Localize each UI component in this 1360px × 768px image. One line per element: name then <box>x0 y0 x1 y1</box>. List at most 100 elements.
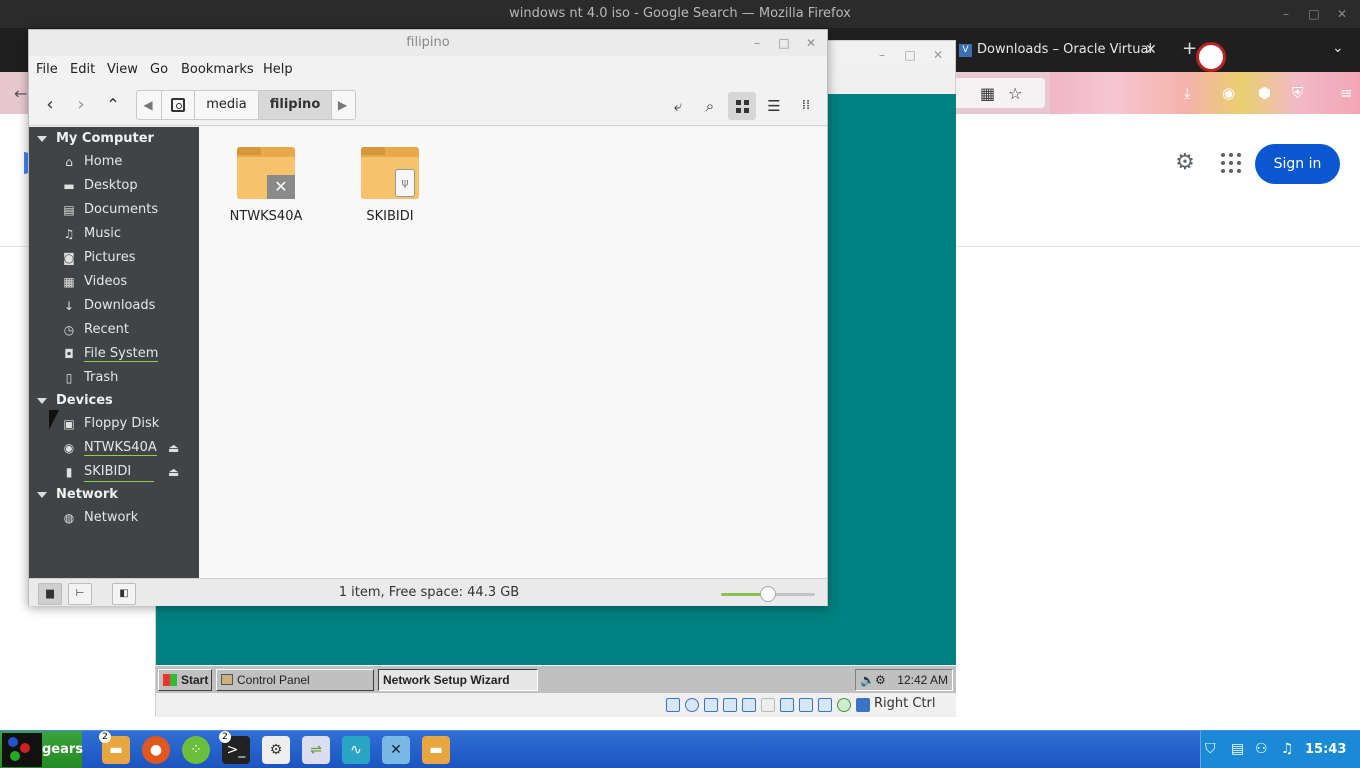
nt-task-network-setup-wizard[interactable]: Network Setup Wizard <box>378 669 538 691</box>
menu-edit[interactable]: Edit <box>70 62 95 77</box>
folder-item-ntwks40a[interactable]: ✕ NTWKS40A <box>211 147 321 237</box>
apps-grid-icon[interactable] <box>1220 152 1242 174</box>
tree-sidebar-button[interactable]: ⊢ <box>68 583 92 605</box>
nt-start-button[interactable]: Start <box>158 669 212 691</box>
compact-view-icon[interactable]: ⁞⁞ <box>792 92 820 120</box>
bookmark-star-icon[interactable]: ☆ <box>1008 84 1022 103</box>
zoom-slider[interactable] <box>721 586 815 602</box>
sidebar-item-skibidi[interactable]: ▮ SKIBIDI ⏏ <box>29 460 199 484</box>
recording-icon[interactable] <box>799 698 813 712</box>
breadcrumb-right-arrow-icon[interactable]: ▶ <box>331 91 353 119</box>
tab-close-icon[interactable]: ✕ <box>1145 36 1157 64</box>
guest-additions-icon[interactable] <box>837 698 851 712</box>
forward-arrow-icon[interactable]: › <box>68 92 94 118</box>
menu-icon[interactable]: ≡ <box>1340 84 1353 102</box>
nt-task-control-panel[interactable]: Control Panel <box>216 669 374 691</box>
firefox-app-icon[interactable]: ● <box>142 736 170 764</box>
sidebar-item-pictures[interactable]: ◙ Pictures <box>29 246 199 270</box>
fm-close-button[interactable]: ✕ <box>801 33 821 53</box>
volume-icon[interactable]: 🔈⚙ <box>860 673 892 687</box>
sidebar-item-downloads[interactable]: ↓ Downloads <box>29 294 199 318</box>
system-app-icon[interactable]: ⇌ <box>302 736 330 764</box>
usb-status-icon[interactable] <box>742 698 756 712</box>
sidebar-item-trash[interactable]: ▯ Trash <box>29 366 199 390</box>
music-icon[interactable]: ♫ <box>1281 741 1294 757</box>
back-arrow-icon[interactable]: ‹ <box>37 92 63 118</box>
gear-icon[interactable]: ⚙ <box>1172 150 1198 176</box>
cpu-icon[interactable] <box>818 698 832 712</box>
breadcrumb-root[interactable] <box>161 91 194 119</box>
eject-icon[interactable]: ⏏ <box>168 460 179 484</box>
alarm-clock-icon <box>1196 42 1226 72</box>
virtualbox-app-icon[interactable]: ✕ <box>382 736 410 764</box>
hard-disk-icon[interactable] <box>666 698 680 712</box>
sidebar-item-recent[interactable]: ◷ Recent <box>29 318 199 342</box>
extensions-grid-icon[interactable]: ▦ <box>980 84 995 103</box>
monitor-app-icon[interactable]: ∿ <box>342 736 370 764</box>
sidebar-item-music[interactable]: ♫ Music <box>29 222 199 246</box>
sidebar-item-videos[interactable]: ▦ Videos <box>29 270 199 294</box>
sidebar-item-desktop[interactable]: ▬ Desktop <box>29 174 199 198</box>
hide-sidebar-button[interactable]: ◧ <box>112 583 136 605</box>
parent-folder-icon[interactable]: ⌃ <box>100 92 126 118</box>
url-bar-end[interactable] <box>955 78 1045 108</box>
menu-file[interactable]: File <box>36 62 58 77</box>
list-view-icon[interactable]: ☰ <box>760 92 788 120</box>
network-adapter-icon[interactable] <box>723 698 737 712</box>
icon-view-button[interactable] <box>728 92 756 120</box>
network-icon[interactable]: ⚇ <box>1255 741 1268 757</box>
ublock-icon[interactable]: ⛨ <box>1292 84 1303 102</box>
sidebar-item-network[interactable]: ◍ Network <box>29 506 199 530</box>
settings-app-icon[interactable]: ⚙ <box>262 736 290 764</box>
nt-system-tray: 🔈⚙ 12:42 AM <box>855 669 953 691</box>
search-icon[interactable]: ⌕ <box>696 92 724 120</box>
display-icon[interactable] <box>780 698 794 712</box>
downloads-icon[interactable]: ⤓ <box>1184 84 1191 102</box>
list-all-tabs-icon[interactable]: ⌄ <box>1332 40 1344 56</box>
back-arrow-icon[interactable]: ← <box>14 84 27 103</box>
sidebar-header-network[interactable]: Network <box>29 484 199 506</box>
shield-icon[interactable]: ⛉ <box>1205 741 1216 757</box>
apps-launcher-icon[interactable]: ⁘ <box>182 736 210 764</box>
firefox-minimize-button[interactable]: – <box>1272 0 1300 28</box>
clipboard-icon[interactable]: ▤ <box>1231 741 1244 757</box>
breadcrumb-filipino[interactable]: filipino <box>258 91 331 119</box>
sign-in-button[interactable]: Sign in <box>1255 144 1340 184</box>
vm-close-button[interactable]: ✕ <box>928 45 948 65</box>
menu-view[interactable]: View <box>107 62 138 77</box>
shared-folders-icon[interactable] <box>761 698 775 712</box>
firefox-maximize-button[interactable]: □ <box>1300 0 1328 28</box>
extension-icon[interactable]: ⬢ <box>1258 84 1271 102</box>
eject-icon[interactable]: ⏏ <box>168 436 179 460</box>
folder-item-skibidi[interactable]: ψ SKIBIDI <box>335 147 445 237</box>
mouse-integration-icon[interactable] <box>856 698 870 712</box>
file-view[interactable]: ✕ NTWKS40A ψ SKIBIDI <box>199 127 827 578</box>
menu-go[interactable]: Go <box>150 62 168 77</box>
location-toggle-icon[interactable]: ⤶ <box>664 92 692 120</box>
start-menu-button[interactable]: gears <box>0 731 83 768</box>
optical-drive-icon[interactable] <box>685 698 699 712</box>
zoom-slider-knob[interactable] <box>760 586 776 602</box>
breadcrumb-media[interactable]: media <box>194 91 258 119</box>
files-window-icon[interactable]: ▬ <box>422 736 450 764</box>
audio-icon[interactable] <box>704 698 718 712</box>
sidebar-header-devices[interactable]: Devices <box>29 390 199 412</box>
menu-help[interactable]: Help <box>263 62 293 77</box>
fm-minimize-button[interactable]: – <box>747 33 767 53</box>
sidebar-item-home[interactable]: ⌂ Home <box>29 150 199 174</box>
vm-minimize-button[interactable]: – <box>872 45 892 65</box>
new-tab-button[interactable]: + <box>1182 38 1197 59</box>
fm-maximize-button[interactable]: □ <box>774 33 794 53</box>
sidebar-item-documents[interactable]: ▤ Documents <box>29 198 199 222</box>
places-sidebar-button[interactable]: ▆ <box>38 583 62 605</box>
sidebar-header-my-computer[interactable]: My Computer <box>29 128 199 150</box>
menu-bookmarks[interactable]: Bookmarks <box>181 62 254 77</box>
sidebar-item-ntwks40a[interactable]: ◉ NTWKS40A ⏏ <box>29 436 199 460</box>
sidebar-item-file-system[interactable]: ◘ File System <box>29 342 199 366</box>
usage-bar <box>84 481 154 482</box>
account-icon[interactable]: ◉ <box>1222 84 1235 102</box>
tab-downloads-oracle[interactable]: V Downloads – Oracle Virtual <box>955 36 1160 64</box>
vm-maximize-button[interactable]: □ <box>900 45 920 65</box>
firefox-close-button[interactable]: ✕ <box>1328 0 1356 28</box>
breadcrumb-left-arrow-icon[interactable]: ◀ <box>137 91 159 119</box>
